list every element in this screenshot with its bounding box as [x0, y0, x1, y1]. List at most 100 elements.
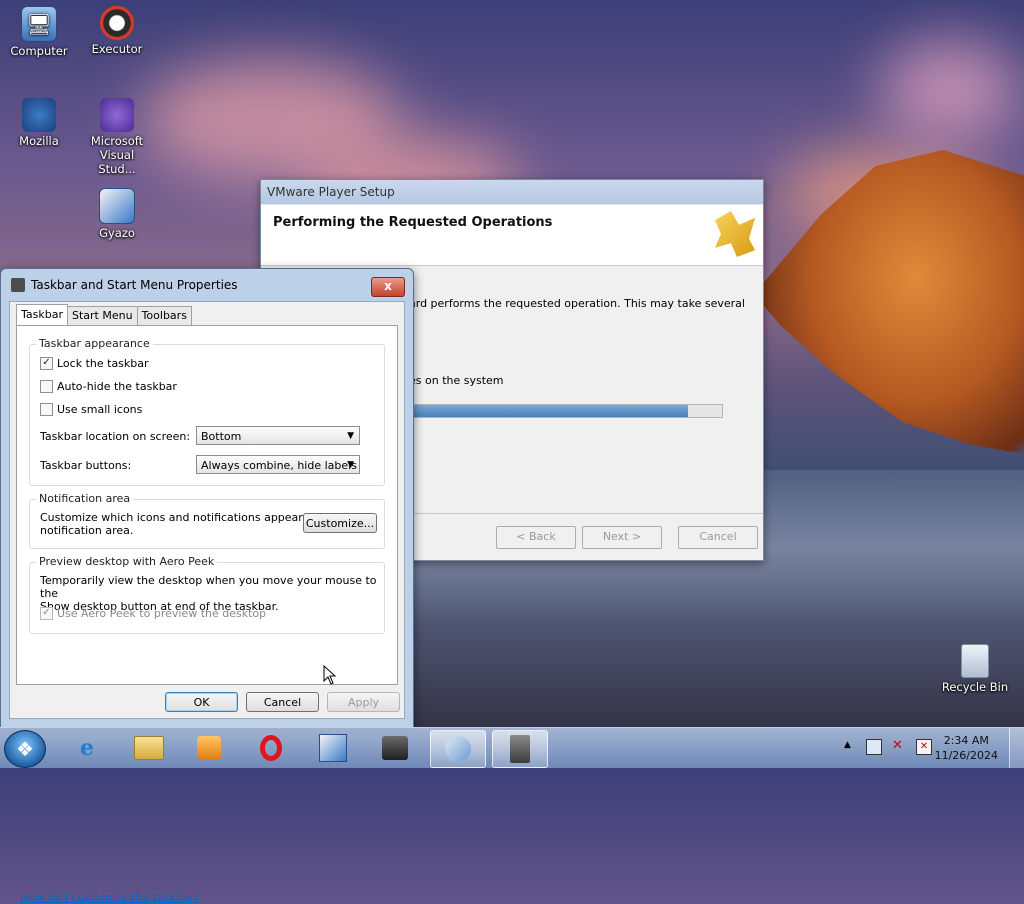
aero-peek-checkbox[interactable]: ✓ Use Aero Peek to preview the desktop: [40, 607, 266, 620]
aero-peek-group: Preview desktop with Aero Peek Temporari…: [29, 555, 385, 634]
tab-start-menu[interactable]: Start Menu: [67, 306, 138, 325]
taskbar-media-player-button[interactable]: [182, 730, 236, 766]
taskbar-vmware-setup-button[interactable]: [430, 730, 486, 768]
help-link[interactable]: How do I customize the taskbar?: [20, 891, 200, 904]
media-player-icon: [197, 736, 221, 760]
desktop-icon-gyazo[interactable]: Gyazo: [80, 188, 154, 240]
lock-taskbar-checkbox[interactable]: ✓ Lock the taskbar: [40, 357, 149, 370]
location-select[interactable]: Bottom ▼: [196, 426, 360, 445]
gyazo-icon: [319, 734, 347, 762]
vmware-status-detail: es on the system: [409, 374, 504, 387]
vmware-progress-fill: [412, 405, 688, 417]
desktop-icon-computer[interactable]: 🖥 Computer: [2, 6, 76, 58]
apply-button[interactable]: Apply: [327, 692, 400, 712]
movie-maker-icon: [382, 736, 408, 760]
internet-explorer-icon: e: [80, 735, 94, 761]
buttons-label: Taskbar buttons:: [40, 459, 132, 472]
checkbox-label: Auto-hide the taskbar: [57, 380, 177, 393]
checkbox-box: [40, 403, 53, 416]
taskbar-buttons-select[interactable]: Always combine, hide labels ▼: [196, 455, 360, 474]
taskbar-properties-icon: [510, 735, 530, 763]
autohide-taskbar-checkbox[interactable]: Auto-hide the taskbar: [40, 380, 177, 393]
close-button[interactable]: x: [371, 277, 405, 297]
dialog-titlebar[interactable]: Taskbar and Start Menu Properties x: [1, 269, 413, 301]
desktop-icon-label: Microsoft: [90, 134, 144, 148]
computer-icon: 🖥: [21, 6, 57, 42]
file-explorer-icon: [134, 736, 164, 760]
desktop-icon-label: Mozilla: [19, 134, 59, 148]
checkbox-label: Lock the taskbar: [57, 357, 149, 370]
vmware-logo-icon: [715, 211, 755, 257]
vmware-status-text: ard performs the requested operation. Th…: [409, 297, 745, 310]
taskbar-gyazo-button[interactable]: [306, 730, 360, 766]
taskbar-properties-dialog: Taskbar and Start Menu Properties x Task…: [0, 268, 414, 904]
network-icon[interactable]: [866, 739, 882, 755]
desktop-icon-visual-studio[interactable]: Microsoft Visual Stud...: [80, 98, 154, 176]
taskbar-explorer-button[interactable]: [122, 730, 176, 766]
vmware-header-title: Performing the Requested Operations: [273, 215, 553, 230]
notification-text: Customize which icons and notifications …: [40, 511, 338, 537]
back-button[interactable]: < Back: [496, 526, 576, 549]
taskbar-movie-maker-button[interactable]: [368, 730, 422, 766]
desktop-icon-label: Recycle Bin: [941, 680, 1009, 694]
chevron-down-icon: ▼: [347, 460, 354, 470]
visual-studio-icon: [100, 98, 134, 132]
vmware-header: Performing the Requested Operations: [261, 205, 763, 266]
mozilla-icon: [22, 98, 56, 132]
taskbar-properties-button[interactable]: [492, 730, 548, 768]
desktop-icon-label: Computer: [10, 44, 68, 58]
group-title: Notification area: [36, 492, 134, 505]
volume-muted-icon[interactable]: ✕: [892, 738, 903, 753]
checkbox-label: Use Aero Peek to preview the desktop: [57, 607, 267, 620]
chevron-down-icon: ▼: [347, 431, 354, 441]
desktop-icon-label: Gyazo: [99, 226, 135, 240]
cancel-button[interactable]: Cancel: [246, 692, 319, 712]
aero-peek-text-line: Temporarily view the desktop when you mo…: [40, 574, 377, 600]
notification-area-group: Notification area Customize which icons …: [29, 492, 385, 549]
taskbar-ie-button[interactable]: e: [60, 730, 114, 766]
executor-icon: [100, 6, 134, 40]
dialog-title: Taskbar and Start Menu Properties: [31, 278, 238, 292]
desktop-icon-label: Executor: [91, 42, 143, 56]
next-button[interactable]: Next >: [582, 526, 662, 549]
desktop-icon-label: Visual Stud...: [98, 148, 136, 176]
taskbar-opera-button[interactable]: [244, 730, 298, 766]
action-center-icon[interactable]: ✕: [916, 739, 932, 755]
location-label: Taskbar location on screen:: [40, 430, 191, 443]
windows-logo-icon: ❖: [16, 737, 34, 761]
desktop-icon-recycle-bin[interactable]: Recycle Bin: [938, 644, 1012, 694]
clock-date: 11/26/2024: [934, 749, 998, 762]
clock-time: 2:34 AM: [943, 734, 989, 747]
notification-text-line: Customize which icons and notifications …: [40, 511, 338, 524]
small-icons-checkbox[interactable]: Use small icons: [40, 403, 142, 416]
opera-icon: [260, 735, 282, 761]
select-value: Bottom: [201, 430, 242, 443]
dialog-content: Taskbar Start Menu Toolbars Taskbar appe…: [9, 301, 405, 719]
vmware-setup-icon: [445, 736, 471, 762]
gyazo-icon: [99, 188, 135, 224]
taskbar-tab-panel: Taskbar appearance ✓ Lock the taskbar Au…: [16, 325, 398, 685]
checkbox-box: ✓: [40, 607, 53, 620]
group-title: Preview desktop with Aero Peek: [36, 555, 218, 568]
checkbox-box: [40, 380, 53, 393]
vmware-cancel-button[interactable]: Cancel: [678, 526, 758, 549]
recycle-bin-icon: [961, 644, 989, 678]
group-title: Taskbar appearance: [36, 337, 153, 350]
show-hidden-icons-icon[interactable]: ▲: [844, 740, 851, 750]
tab-strip: Taskbar Start Menu Toolbars: [16, 304, 192, 326]
mouse-cursor-icon: [323, 665, 337, 685]
tab-toolbars[interactable]: Toolbars: [136, 306, 192, 325]
taskbar-appearance-group: Taskbar appearance ✓ Lock the taskbar Au…: [29, 337, 385, 486]
show-desktop-button[interactable]: [1009, 728, 1024, 768]
taskbar-properties-icon: [11, 278, 25, 292]
ok-button[interactable]: OK: [165, 692, 238, 712]
vmware-title[interactable]: VMware Player Setup: [261, 180, 763, 204]
windows-taskbar: ❖ e ▲ ✕ ✕ 2:34 AM 11/26/2024: [0, 727, 1024, 768]
start-button[interactable]: ❖: [4, 730, 46, 768]
desktop-icon-mozilla[interactable]: Mozilla: [2, 98, 76, 148]
vmware-progress-bar: [411, 404, 723, 418]
clock[interactable]: 2:34 AM 11/26/2024: [935, 733, 998, 763]
desktop-icon-executor[interactable]: Executor: [80, 6, 154, 56]
customize-button[interactable]: Customize...: [303, 513, 377, 533]
tab-taskbar[interactable]: Taskbar: [16, 304, 68, 325]
